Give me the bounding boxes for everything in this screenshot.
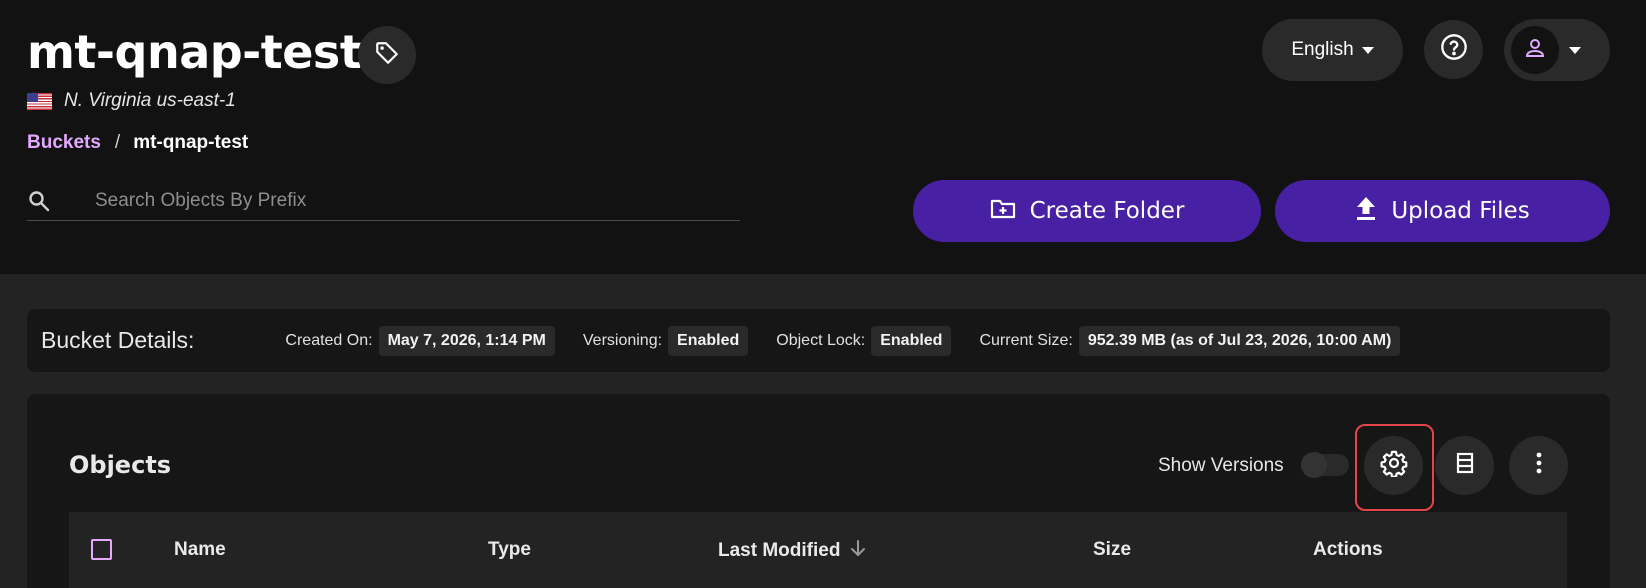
search-bar [27, 182, 740, 221]
breadcrumb-separator: / [114, 132, 121, 153]
page-header: mt-qnap-test N. Virginia us-east-1 Bucke… [0, 0, 1646, 274]
objects-panel: Objects Show Versions Name Type Last Mod… [27, 394, 1610, 588]
object-lock-label: Object Lock: [776, 331, 866, 349]
language-label: English [1291, 39, 1354, 60]
show-versions-toggle[interactable] [1301, 452, 1349, 478]
upload-files-button[interactable]: Upload Files [1275, 180, 1610, 242]
chevron-down-icon [1569, 46, 1581, 54]
bucket-details-title: Bucket Details: [41, 327, 195, 353]
create-folder-button[interactable]: Create Folder [913, 180, 1261, 242]
bucket-details-bar: Bucket Details: Created On: May 7, 2026,… [27, 309, 1610, 372]
versioning-value: Enabled [668, 325, 749, 356]
help-icon [1440, 33, 1468, 66]
chevron-down-icon [1361, 46, 1374, 54]
avatar [1511, 26, 1559, 74]
gear-icon [1380, 449, 1408, 482]
column-header-type[interactable]: Type [488, 539, 531, 561]
tag-button[interactable] [358, 26, 416, 84]
sort-arrow-down-icon [850, 539, 866, 563]
columns-icon [1454, 451, 1476, 480]
region-label: N. Virginia us-east-1 [64, 90, 236, 111]
upload-files-label: Upload Files [1391, 198, 1530, 224]
breadcrumb: Buckets / mt-qnap-test [27, 132, 248, 154]
language-selector[interactable]: English [1262, 19, 1403, 81]
breadcrumb-current: mt-qnap-test [133, 132, 249, 153]
user-icon [1523, 36, 1547, 65]
toggle-knob [1301, 452, 1327, 478]
column-header-actions: Actions [1313, 539, 1383, 560]
more-options-button[interactable] [1509, 436, 1568, 495]
objects-title: Objects [69, 451, 172, 479]
versioning-label: Versioning: [582, 331, 663, 349]
more-vertical-icon [1535, 451, 1543, 480]
select-all-checkbox[interactable] [91, 539, 112, 560]
column-header-name[interactable]: Name [174, 539, 226, 561]
upload-icon [1355, 195, 1377, 227]
create-folder-label: Create Folder [1029, 198, 1185, 224]
tag-icon [374, 40, 400, 71]
object-lock-value: Enabled [871, 325, 952, 356]
created-on-value: May 7, 2026, 1:14 PM [378, 325, 555, 356]
us-flag-icon [27, 92, 52, 110]
user-menu-button[interactable] [1504, 19, 1610, 81]
bucket-title: mt-qnap-test [27, 25, 362, 79]
bucket-region: N. Virginia us-east-1 [27, 90, 236, 112]
objects-table-header: Name Type Last Modified Size Actions [69, 512, 1567, 588]
show-versions-label: Show Versions [1158, 455, 1284, 476]
help-button[interactable] [1424, 20, 1483, 79]
column-header-last-modified[interactable]: Last Modified [718, 539, 866, 563]
current-size-value: 952.39 MB (as of Jul 23, 2026, 10:00 AM) [1078, 325, 1401, 356]
current-size-label: Current Size: [979, 331, 1073, 349]
created-on-label: Created On: [285, 331, 373, 349]
columns-button[interactable] [1435, 436, 1494, 495]
breadcrumb-buckets-link[interactable]: Buckets [27, 132, 101, 154]
settings-button[interactable] [1364, 436, 1423, 495]
search-input[interactable] [95, 190, 695, 212]
column-header-size[interactable]: Size [1093, 539, 1131, 561]
search-icon [27, 189, 55, 213]
folder-plus-icon [990, 196, 1016, 226]
